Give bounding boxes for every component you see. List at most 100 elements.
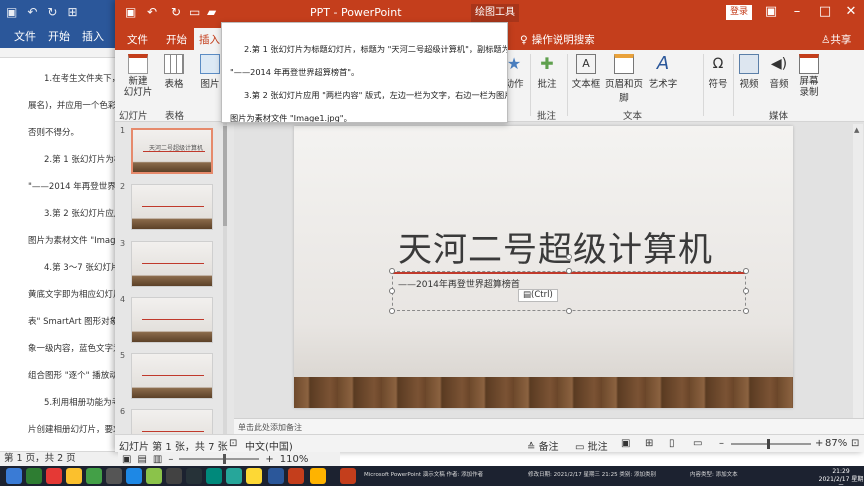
zoom-out-icon[interactable]: – xyxy=(719,438,724,449)
group-media: 媒体 xyxy=(769,111,789,122)
save-icon[interactable]: ▣ xyxy=(125,5,136,19)
start-icon[interactable] xyxy=(6,468,22,484)
system-clock[interactable]: 21:29 2021/2/17 星期三 xyxy=(818,468,864,486)
tab-file[interactable]: 文件 xyxy=(127,32,148,47)
word-tab-file[interactable]: 文件 xyxy=(14,28,36,44)
redo-icon[interactable]: ↻ xyxy=(171,5,181,19)
paste-options-button[interactable]: ▤(Ctrl) xyxy=(518,289,558,302)
slide-thumbnail-2[interactable] xyxy=(131,184,213,230)
close-icon[interactable]: ✕ xyxy=(841,4,861,19)
app-icon[interactable] xyxy=(226,468,242,484)
open-folder-icon[interactable]: ▰ xyxy=(207,5,216,19)
app-icon[interactable] xyxy=(206,468,222,484)
slide-sorter-icon[interactable]: ⊞ xyxy=(645,438,653,449)
spellcheck-icon[interactable]: ⊡ xyxy=(229,438,237,449)
word-zoom-slider[interactable] xyxy=(179,454,260,464)
powerpoint-taskbar-icon[interactable] xyxy=(288,468,304,484)
comment-button[interactable]: ✚ 批注 xyxy=(535,54,559,90)
zoom-in-icon[interactable]: + xyxy=(265,454,273,465)
web-layout-icon[interactable]: ▥ xyxy=(153,454,162,465)
word-tab-home[interactable]: 开始 xyxy=(48,28,70,44)
zoom-level[interactable]: 87% xyxy=(825,438,847,449)
slide-thumbnail-5[interactable] xyxy=(131,353,213,399)
slide-title[interactable]: 天河二号超级计算机 xyxy=(398,222,713,271)
resize-handle[interactable] xyxy=(566,308,572,314)
slide-thumbnail-6[interactable] xyxy=(131,409,213,434)
reading-view-icon[interactable]: ▯ xyxy=(669,438,675,449)
read-mode-icon[interactable]: ▣ xyxy=(122,454,131,465)
screen-record-icon xyxy=(799,54,819,74)
zoom-out-icon[interactable]: – xyxy=(168,454,173,465)
table-button[interactable]: 表格 xyxy=(161,54,187,90)
textbox-button[interactable]: A 文本框 xyxy=(571,54,601,90)
minimize-icon[interactable]: – xyxy=(787,4,807,19)
slideshow-view-icon[interactable]: ▭ xyxy=(693,438,702,449)
screen-record-button[interactable]: 屏幕 录制 xyxy=(797,54,821,98)
comments-toggle[interactable]: ▭ 批注 xyxy=(575,438,608,453)
picture-button[interactable]: 图片 xyxy=(199,54,221,90)
video-button[interactable]: 视频 xyxy=(737,54,761,90)
app-icon[interactable] xyxy=(26,468,42,484)
redo-icon[interactable]: ↻ xyxy=(47,5,57,19)
powerpoint-file-icon[interactable] xyxy=(340,468,356,484)
maximize-icon[interactable]: □ xyxy=(815,4,835,19)
resize-handle[interactable] xyxy=(743,308,749,314)
app-icon[interactable] xyxy=(186,468,202,484)
rotate-handle-icon[interactable] xyxy=(566,254,572,260)
zoom-slider-thumb[interactable] xyxy=(767,439,770,449)
app-icon[interactable] xyxy=(86,468,102,484)
resize-handle[interactable] xyxy=(743,268,749,274)
resize-handle[interactable] xyxy=(743,288,749,294)
tab-home[interactable]: 开始 xyxy=(166,32,187,47)
slide-subtitle[interactable]: ——2014年再登世界超算榜首 xyxy=(398,277,520,290)
resize-handle[interactable] xyxy=(389,288,395,294)
zoom-slider[interactable] xyxy=(731,439,811,449)
audio-button[interactable]: ◀) 音频 xyxy=(767,54,791,90)
app-icon[interactable] xyxy=(126,468,142,484)
login-button[interactable]: 登录 xyxy=(726,5,752,20)
slide-thumbnail-3[interactable] xyxy=(131,241,213,287)
group-tables: 表格 xyxy=(165,111,185,122)
app-icon[interactable] xyxy=(106,468,122,484)
notes-toggle[interactable]: ≙ 备注 xyxy=(527,438,559,453)
explorer-icon[interactable] xyxy=(66,468,82,484)
picture-label: 图片 xyxy=(200,79,220,90)
undo-icon[interactable]: ↶ xyxy=(147,5,157,19)
resize-handle[interactable] xyxy=(389,308,395,314)
slide-thumbnail-4[interactable] xyxy=(131,297,213,343)
print-layout-icon[interactable]: ▤ xyxy=(137,454,146,465)
thumb-number: 6 xyxy=(120,407,126,416)
zoom-in-icon[interactable]: + xyxy=(815,438,823,449)
editor-scrollbar[interactable]: ▲ xyxy=(853,124,863,418)
tell-me-search[interactable]: ♀ 操作说明搜索 xyxy=(520,32,595,47)
app-icon[interactable] xyxy=(246,468,262,484)
new-slide-button[interactable]: 新建 幻灯片 xyxy=(121,54,155,98)
resize-handle[interactable] xyxy=(566,268,572,274)
undo-icon[interactable]: ↶ xyxy=(27,5,37,19)
person-icon: ♙ xyxy=(821,34,831,46)
slide-canvas[interactable]: 天河二号超级计算机 ——2014年再登世界超算榜首 ▤(Ctrl) xyxy=(294,126,793,408)
app-icon[interactable] xyxy=(166,468,182,484)
slideshow-icon[interactable]: ▭ xyxy=(189,5,200,19)
fit-slide-icon[interactable]: ⊡ xyxy=(851,438,859,449)
header-footer-button[interactable]: 页眉和页脚 xyxy=(601,54,647,104)
tree-icon[interactable]: ⊞ xyxy=(67,5,77,19)
wordart-button[interactable]: A 艺术字 xyxy=(647,54,679,91)
thumbnails-scrollbar[interactable] xyxy=(223,122,227,434)
ribbon-display-icon[interactable]: ▣ xyxy=(761,4,781,19)
resize-handle[interactable] xyxy=(389,268,395,274)
word-taskbar-icon[interactable] xyxy=(268,468,284,484)
word-zoom-level[interactable]: 110% xyxy=(280,454,309,465)
browser-icon[interactable] xyxy=(46,468,62,484)
language-status[interactable]: 中文(中国) xyxy=(245,438,293,453)
app-icon[interactable] xyxy=(146,468,162,484)
scroll-up-icon[interactable]: ▲ xyxy=(854,126,859,134)
slide-thumbnail-1[interactable]: 天河二号超级计算机 xyxy=(131,128,213,174)
notes-pane[interactable]: 单击此处添加备注 xyxy=(234,418,864,434)
word-tab-insert[interactable]: 插入 xyxy=(82,28,104,44)
share-button[interactable]: ♙共享 xyxy=(821,32,851,47)
normal-view-icon[interactable]: ▣ xyxy=(621,438,630,449)
app-icon[interactable] xyxy=(310,468,326,484)
symbol-button[interactable]: Ω 符号 xyxy=(707,54,729,90)
save-icon[interactable]: ▣ xyxy=(6,5,17,19)
